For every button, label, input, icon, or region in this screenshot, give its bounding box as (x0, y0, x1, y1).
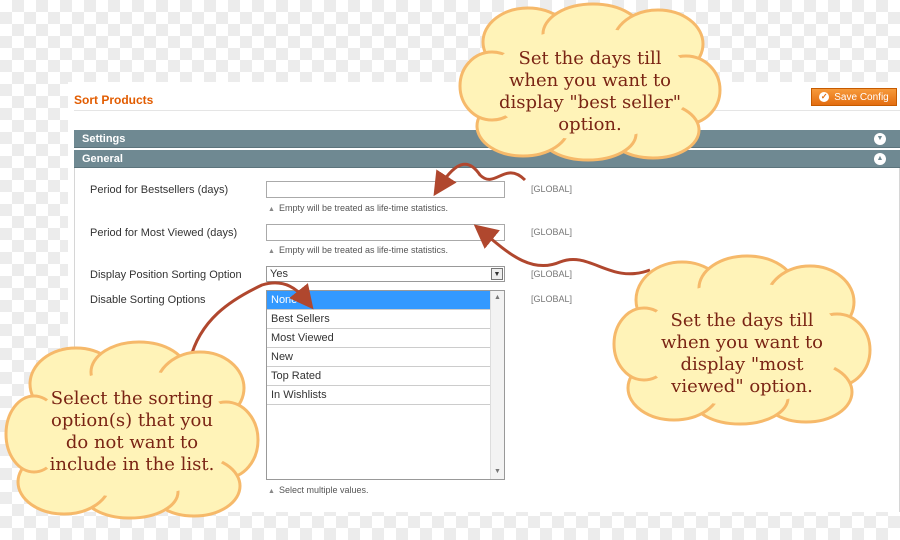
bestsellers-scope: [GLOBAL] (531, 184, 573, 194)
note-triangle-icon: ▲ (268, 248, 275, 255)
page-title: Sort Products (74, 93, 154, 107)
most-viewed-scope: [GLOBAL] (531, 227, 573, 237)
disable-sorting-options: None Best Sellers Most Viewed New Top Rated I… (267, 291, 491, 405)
display-position-label: Display Position Sorting Option (90, 269, 242, 281)
dropdown-arrow-icon[interactable]: ▼ (491, 268, 503, 280)
display-position-value: Yes (270, 268, 288, 280)
most-viewed-period-label: Period for Most Viewed (days) (90, 227, 238, 239)
save-config-label: Save Config (834, 91, 889, 103)
callout-text-best-seller: Set the days till when you want to displ… (480, 48, 700, 136)
callout-line: include in the list. (49, 454, 215, 475)
note-triangle-icon: ▲ (268, 488, 275, 495)
sorting-option[interactable]: Top Rated (267, 367, 491, 386)
bestsellers-period-note: ▲ Empty will be treated as life-time stat… (268, 203, 448, 213)
disable-sorting-note: ▲ Select multiple values. (268, 485, 368, 495)
chevron-down-icon[interactable]: ▼ (874, 133, 886, 145)
disable-sorting-note-text: Select multiple values. (278, 485, 369, 495)
check-icon: ✓ (819, 92, 830, 102)
callout-text-most-viewed: Set the days till when you want to displ… (632, 310, 852, 398)
sorting-option[interactable]: New (267, 348, 491, 367)
disable-sorting-label: Disable Sorting Options (90, 294, 206, 306)
callout-line: viewed" option. (671, 376, 813, 397)
scroll-up-icon[interactable]: ▲ (491, 292, 504, 304)
save-config-button[interactable]: ✓ Save Config (811, 88, 897, 106)
callout-line: Select the sorting (50, 388, 214, 409)
callout-text-sorting: Select the sorting option(s) that you do… (22, 388, 242, 476)
scroll-down-icon[interactable]: ▼ (491, 466, 504, 478)
disable-sorting-multiselect[interactable]: None Best Sellers Most Viewed New Top Rated I… (266, 290, 505, 480)
sorting-option[interactable]: In Wishlists (267, 386, 491, 405)
most-viewed-period-input[interactable] (266, 224, 505, 241)
callout-line: when you want to (660, 332, 824, 353)
callout-line: when you want to (508, 70, 672, 91)
sorting-option[interactable]: None (267, 291, 491, 310)
callout-line: Set the days till (670, 310, 814, 331)
bestsellers-note-text: Empty will be treated as life-time stati… (278, 203, 448, 213)
sorting-option[interactable]: Best Sellers (267, 310, 491, 329)
callout-line: option(s) that you (51, 410, 213, 431)
bestsellers-period-input[interactable] (266, 181, 505, 198)
disable-sorting-scope: [GLOBAL] (531, 294, 573, 304)
note-triangle-icon: ▲ (268, 206, 275, 213)
section-settings-title: Settings (82, 133, 126, 145)
sorting-option[interactable]: Most Viewed (267, 329, 491, 348)
section-general-title: General (82, 153, 123, 165)
callout-line: option. (558, 114, 622, 135)
callout-line: display "best seller" (498, 92, 681, 113)
callout-line: Set the days till (518, 48, 662, 69)
most-viewed-period-note: ▲ Empty will be treated as life-time stat… (268, 245, 448, 255)
display-position-scope: [GLOBAL] (531, 269, 573, 279)
multiselect-scrollbar[interactable]: ▲ ▼ (490, 291, 504, 479)
most-viewed-note-text: Empty will be treated as life-time stati… (278, 245, 448, 255)
chevron-up-icon[interactable]: ▲ (874, 153, 886, 165)
bestsellers-period-label: Period for Bestsellers (days) (90, 184, 229, 196)
display-position-select[interactable]: Yes ▼ (266, 266, 505, 282)
callout-line: display "most (680, 354, 804, 375)
callout-line: do not want to (65, 432, 199, 453)
